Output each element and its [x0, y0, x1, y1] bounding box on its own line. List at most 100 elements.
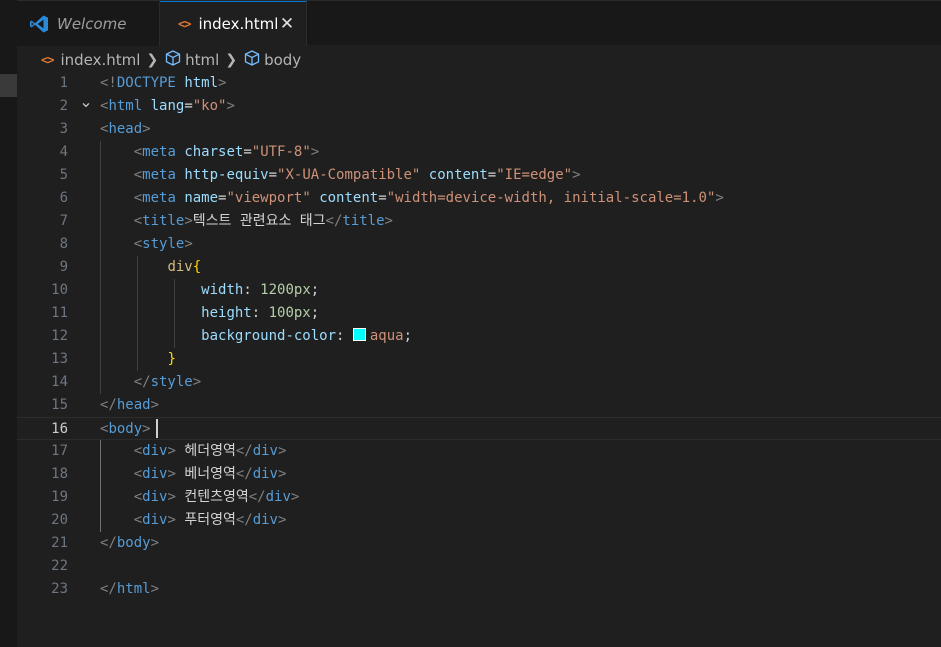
code-line[interactable]: 15 </head> — [17, 394, 941, 417]
vscode-logo-icon — [29, 14, 49, 34]
chevron-down-icon[interactable]: ⌄ — [79, 94, 93, 118]
code-token: > — [572, 167, 581, 183]
code-token: </ — [235, 443, 253, 459]
code-line[interactable]: 17 <div> 헤더영역</div> — [17, 440, 941, 463]
activity-bar — [0, 0, 17, 647]
line-number: 13 — [51, 351, 68, 367]
code-text: div{ — [100, 256, 201, 279]
line-number: 3 — [59, 121, 68, 137]
code-line[interactable]: 23 </html> — [17, 578, 941, 601]
line-number: 6 — [59, 190, 68, 206]
line-number: 4 — [59, 144, 68, 160]
code-line[interactable]: 20 <div> 푸터영역</div> — [17, 509, 941, 532]
code-token: div — [265, 489, 291, 505]
code-token: > — [150, 535, 160, 551]
code-line[interactable]: 10 width: 1200px; — [17, 279, 941, 302]
code-line[interactable]: 6 <meta name="viewport" content="width=d… — [17, 187, 941, 210]
code-token: </ — [100, 581, 117, 597]
breadcrumb-item-html[interactable]: html — [164, 49, 219, 71]
code-token: div — [142, 466, 168, 482]
line-number: 7 — [59, 213, 68, 229]
code-token: > — [290, 489, 300, 505]
code-line[interactable]: 7 <title>텍스트 관련요소 태그</title> — [17, 210, 941, 233]
code-text: <meta http-equiv="X-UA-Compatible" conte… — [100, 164, 581, 187]
code-line[interactable]: 5 <meta http-equiv="X-UA-Compatible" con… — [17, 164, 941, 187]
code-token: meta — [142, 144, 176, 160]
code-token: { — [192, 259, 202, 275]
chevron-right-icon: ❯ — [146, 51, 159, 68]
code-line[interactable]: 21 </body> — [17, 532, 941, 555]
code-token: > — [167, 512, 176, 528]
code-line[interactable]: 14 </style> — [17, 371, 941, 394]
code-token: height — [201, 305, 252, 321]
code-token: > — [715, 190, 724, 206]
code-token: </ — [100, 397, 117, 413]
code-line[interactable]: 12 background-color: aqua; — [17, 325, 941, 348]
cube-icon — [243, 49, 261, 71]
code-token: 텍스트 관련요소 태그 — [192, 213, 326, 229]
code-token: </ — [133, 374, 151, 390]
code-token: > — [150, 397, 160, 413]
close-icon[interactable]: ✕ — [278, 15, 296, 33]
code-line[interactable]: 13 } — [17, 348, 941, 371]
code-token: aqua — [369, 328, 404, 344]
text-cursor — [156, 419, 159, 438]
breadcrumb-item-file[interactable]: <> index.html — [41, 51, 140, 69]
code-line[interactable]: 8 <style> — [17, 233, 941, 256]
code-token: title — [142, 213, 185, 229]
code-token: ; — [403, 328, 413, 344]
code-text: <body> — [100, 418, 151, 441]
code-token: 1200px — [260, 282, 311, 298]
code-line[interactable]: 18 <div> 베너영역</div> — [17, 463, 941, 486]
code-line[interactable]: 2 ⌄ <html lang="ko"> — [17, 94, 941, 118]
code-token: > — [384, 213, 393, 229]
code-line[interactable]: 11 height: 100px; — [17, 302, 941, 325]
code-token: div — [252, 512, 278, 528]
code-token: < — [133, 213, 143, 229]
code-text: </html> — [100, 578, 159, 601]
breadcrumb-label: body — [264, 50, 302, 69]
code-line[interactable]: 3 <head> — [17, 118, 941, 141]
code-line[interactable]: 9 div{ — [17, 256, 941, 279]
code-line[interactable]: 19 <div> 컨텐츠영역</div> — [17, 486, 941, 509]
code-token: name — [184, 190, 219, 206]
line-number: 9 — [59, 259, 68, 275]
code-token: div — [167, 259, 193, 275]
code-line[interactable]: 1 <!DOCTYPE html> — [17, 72, 941, 95]
line-number: 18 — [51, 466, 68, 482]
code-text: <div> 베너영역</div> — [100, 463, 287, 486]
code-token: < — [133, 443, 143, 459]
code-token: "viewport" — [226, 190, 311, 206]
code-editor[interactable]: 1 <!DOCTYPE html> 2 ⌄ <html lang="ko"> 3 <head… — [17, 72, 941, 647]
code-token: body — [108, 421, 143, 437]
code-token: < — [133, 236, 143, 252]
code-token: 100px — [268, 305, 311, 321]
line-number: 19 — [51, 489, 68, 505]
code-token: > — [226, 98, 235, 114]
activity-bar-indicator[interactable] — [0, 74, 17, 97]
code-token: ; — [310, 282, 320, 298]
code-token: < — [133, 190, 143, 206]
code-token: = — [184, 98, 193, 114]
code-token: http-equiv — [184, 167, 269, 183]
code-line[interactable]: 22 — [17, 555, 941, 578]
code-token: "ko" — [192, 98, 227, 114]
code-token: meta — [142, 190, 176, 206]
color-swatch[interactable] — [352, 328, 366, 341]
breadcrumb: <> index.html ❯ html ❯ body — [17, 46, 941, 73]
code-token: > — [167, 489, 176, 505]
tab-index-html[interactable]: <> index.html ✕ — [160, 1, 307, 46]
breadcrumb-item-body[interactable]: body — [243, 49, 301, 71]
indent-guide — [100, 440, 101, 532]
tab-welcome[interactable]: Welcome — [17, 1, 160, 46]
code-token: </ — [248, 489, 266, 505]
code-line[interactable]: 4 <meta charset="UTF-8"> — [17, 141, 941, 164]
html-file-icon: <> — [41, 52, 54, 67]
html-file-icon: <> — [178, 17, 191, 31]
